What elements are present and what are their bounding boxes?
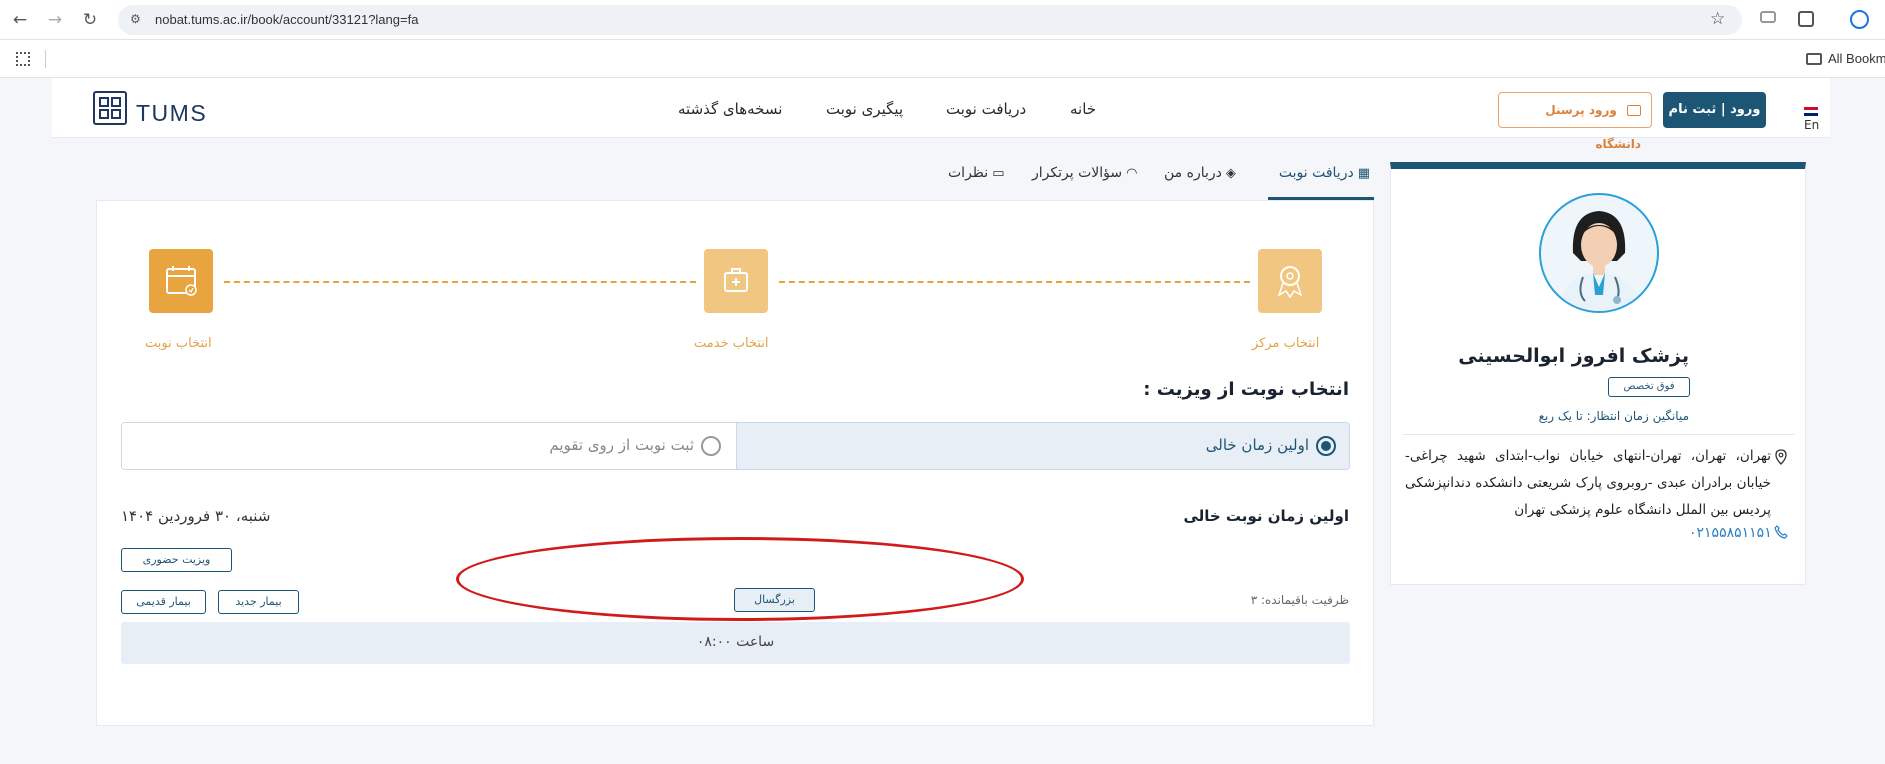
time-slot[interactable]: ساعت ۰۸:۰۰ <box>121 622 1350 664</box>
calendar-check-icon <box>166 266 197 296</box>
tab-get-appointment[interactable]: ▦دریافت نوبت <box>1268 158 1374 200</box>
login-register-button[interactable]: ورود | ثبت نام <box>1663 92 1766 128</box>
question-chat-icon: ◠ <box>1126 166 1138 181</box>
extensions-icon[interactable] <box>1798 11 1814 27</box>
location-icon <box>1775 449 1787 465</box>
url-text[interactable]: nobat.tums.ac.ir/book/account/33121?lang… <box>155 12 418 27</box>
highlight-annotation <box>456 537 1024 621</box>
bookmarks-divider <box>45 50 46 68</box>
step-service-label: انتخاب خدمت <box>694 336 769 351</box>
tab-label: نظرات <box>948 165 989 181</box>
doctor-name: پزشک افروز ابوالحسینی <box>1458 345 1689 367</box>
language-switch[interactable]: En <box>1804 104 1830 132</box>
tab-faq[interactable]: ◠سؤالات پرتکرار <box>1032 158 1137 200</box>
forward-icon[interactable]: → <box>45 10 65 30</box>
bookmark-star-icon[interactable]: ☆ <box>1710 9 1725 29</box>
booking-card: انتخاب مرکز انتخاب خدمت انتخاب نوبت انتخ… <box>96 200 1374 726</box>
step-service-box[interactable] <box>704 249 768 313</box>
time-slot-label: ساعت ۰۸:۰۰ <box>696 634 775 650</box>
doctor-profile-card: پزشک افروز ابوالحسینی فوق تخصص میانگین ز… <box>1390 162 1806 585</box>
doctor-tabs: ▦دریافت نوبت ◈درباره من ◠سؤالات پرتکرار … <box>940 158 1374 200</box>
all-bookmarks-link[interactable]: All Bookma <box>1828 51 1885 66</box>
nav-past-prescriptions[interactable]: نسخه‌های گذشته <box>678 100 782 118</box>
first-available-title: اولین زمان نوبت خالی <box>1183 507 1349 525</box>
tums-logo-icon[interactable] <box>93 91 127 125</box>
medical-kit-icon <box>724 268 748 292</box>
step-connector <box>224 281 696 283</box>
profile-icon[interactable] <box>1850 10 1869 29</box>
site-header: TUMS خانه دریافت نوبت پیگیری نوبت نسخه‌ه… <box>52 78 1830 151</box>
first-available-label: اولین زمان خالی <box>1205 436 1309 454</box>
doctor-avatar <box>1539 193 1659 313</box>
first-available-option[interactable]: اولین زمان خالی <box>736 423 1349 469</box>
id-card-icon <box>1627 105 1641 116</box>
old-patient-chip[interactable]: بیمار قدیمی <box>121 590 206 614</box>
bookmarks-bar: All Bookma <box>0 40 1885 78</box>
average-wait-time: میانگین زمان انتظار: تا یک ربع <box>1538 409 1689 423</box>
remaining-capacity: ظرفیت باقیمانده: ۳ <box>1250 593 1349 607</box>
location-pin-icon <box>1277 266 1303 299</box>
tab-label: درباره من <box>1164 165 1222 181</box>
step-center-label: انتخاب مرکز <box>1252 336 1320 351</box>
booking-section-title: انتخاب نوبت از ویزیت : <box>1143 379 1349 400</box>
tab-reviews[interactable]: ▭نظرات <box>948 158 1004 200</box>
doctor-address: تهران، تهران، تهران-انتهای خیابان نواب-ا… <box>1405 448 1771 518</box>
staff-login-button[interactable]: ورود پرسنل دانشگاه <box>1498 92 1652 151</box>
nav-track-appointment[interactable]: پیگیری نوبت <box>826 100 903 118</box>
page: TUMS خانه دریافت نوبت پیگیری نوبت نسخه‌ه… <box>0 78 1885 764</box>
step-connector <box>779 281 1250 283</box>
first-available-radio[interactable] <box>1316 436 1336 456</box>
calendar-option-label: ثبت نوبت از روی تقویم <box>549 436 694 454</box>
browser-toolbar: ← → ↻ ⚙ nobat.tums.ac.ir/book/account/33… <box>0 0 1885 40</box>
site-info-icon[interactable]: ⚙ <box>130 12 141 26</box>
apps-grid-icon[interactable] <box>16 52 30 66</box>
tab-about-me[interactable]: ◈درباره من <box>1164 158 1236 200</box>
calendar-booking-option[interactable]: ثبت نوبت از روی تقویم <box>122 423 736 469</box>
calendar-radio[interactable] <box>701 436 721 456</box>
step-appointment-label: انتخاب نوبت <box>145 336 212 351</box>
uk-flag-icon <box>1804 107 1818 116</box>
nav-get-appointment[interactable]: دریافت نوبت <box>946 100 1026 118</box>
phone-icon <box>1774 525 1788 539</box>
profile-divider <box>1403 434 1795 435</box>
comments-icon: ▭ <box>992 166 1005 181</box>
booking-mode-selector: ثبت نوبت از روی تقویم اولین زمان خالی <box>121 422 1350 470</box>
camera-icon[interactable] <box>1760 11 1776 23</box>
logo-text[interactable]: TUMS <box>136 100 207 127</box>
step-appointment-box[interactable] <box>149 249 213 313</box>
badge-icon: ◈ <box>1225 166 1236 181</box>
visit-type-chip[interactable]: ویزیت حضوری <box>121 548 232 572</box>
language-label: En <box>1804 118 1820 132</box>
specialty-badge: فوق تخصص <box>1608 377 1690 397</box>
new-patient-chip[interactable]: بیمار جدید <box>218 590 299 614</box>
tab-label: سؤالات پرتکرار <box>1032 165 1123 181</box>
female-doctor-icon <box>1559 211 1639 311</box>
folder-icon <box>1806 53 1822 65</box>
tab-label: دریافت نوبت <box>1278 165 1354 181</box>
back-icon[interactable]: ← <box>10 10 30 30</box>
doctor-phone[interactable]: ۰۲۱۵۵۸۵۱۱۵۱ <box>1689 525 1772 541</box>
calendar-icon: ▦ <box>1357 166 1370 181</box>
nav-home[interactable]: خانه <box>1070 100 1096 118</box>
reload-icon[interactable]: ↻ <box>80 10 100 30</box>
appointment-date: شنبه، ۳۰ فروردین ۱۴۰۴ <box>121 507 271 525</box>
step-center-box[interactable] <box>1258 249 1322 313</box>
